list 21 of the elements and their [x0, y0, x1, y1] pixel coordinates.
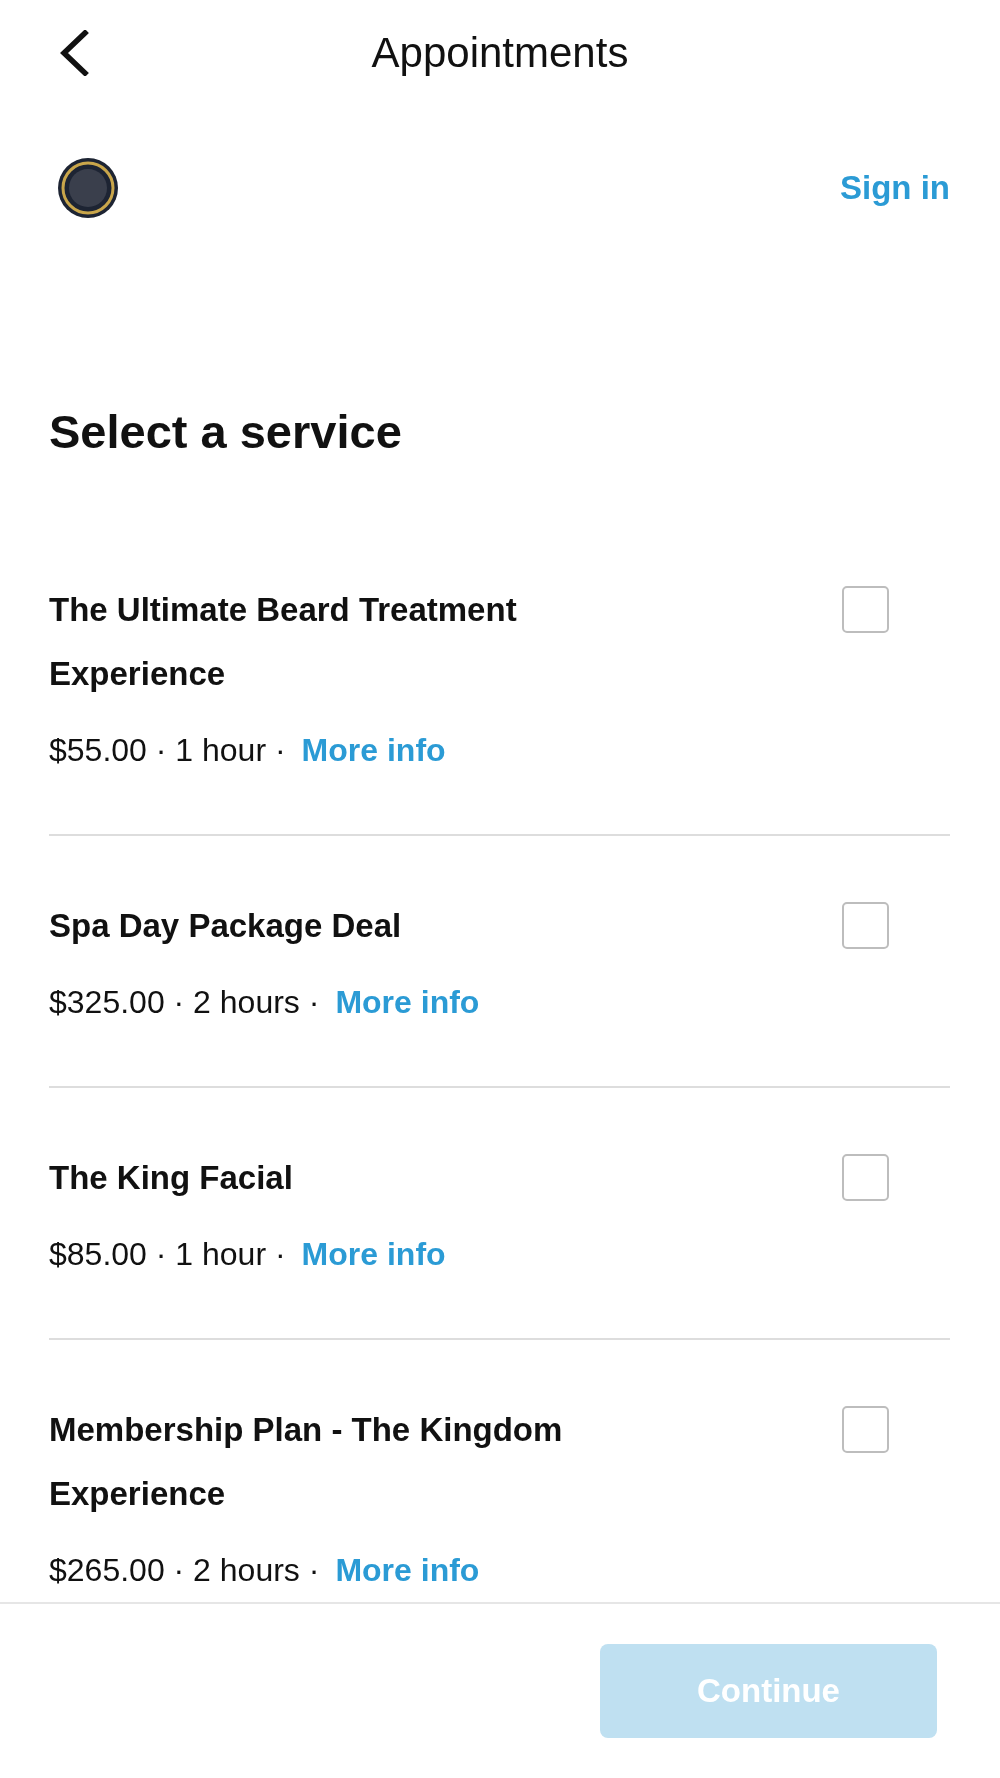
more-info-link[interactable]: More info: [335, 982, 480, 1022]
service-checkbox[interactable]: [842, 586, 889, 633]
service-name: The Ultimate Beard Treatment Experience: [49, 590, 518, 694]
service-checkbox[interactable]: [842, 1406, 889, 1453]
service-details: $325.00 · 2 hours ·: [49, 983, 320, 1022]
service-name: Membership Plan - The Kingdom Experience: [49, 1410, 564, 1514]
back-icon: [59, 30, 89, 76]
service-checkbox[interactable]: [842, 902, 889, 949]
more-info-link[interactable]: More info: [301, 730, 446, 770]
service-details: $55.00 · 1 hour ·: [49, 731, 286, 770]
page-title: Appointments: [371, 28, 629, 78]
service-name: Spa Day Package Deal: [49, 906, 403, 946]
more-info-link[interactable]: More info: [301, 1234, 446, 1274]
service-details: $265.00 · 2 hours ·: [49, 1551, 320, 1590]
logo-icon: [58, 158, 118, 218]
section-heading: Select a service: [49, 404, 402, 460]
service-checkbox[interactable]: [842, 1154, 889, 1201]
service-name: The King Facial: [49, 1158, 294, 1198]
service-details: $85.00 · 1 hour ·: [49, 1235, 286, 1274]
more-info-link[interactable]: More info: [335, 1550, 480, 1590]
sign-in-link[interactable]: Sign in: [840, 168, 950, 208]
